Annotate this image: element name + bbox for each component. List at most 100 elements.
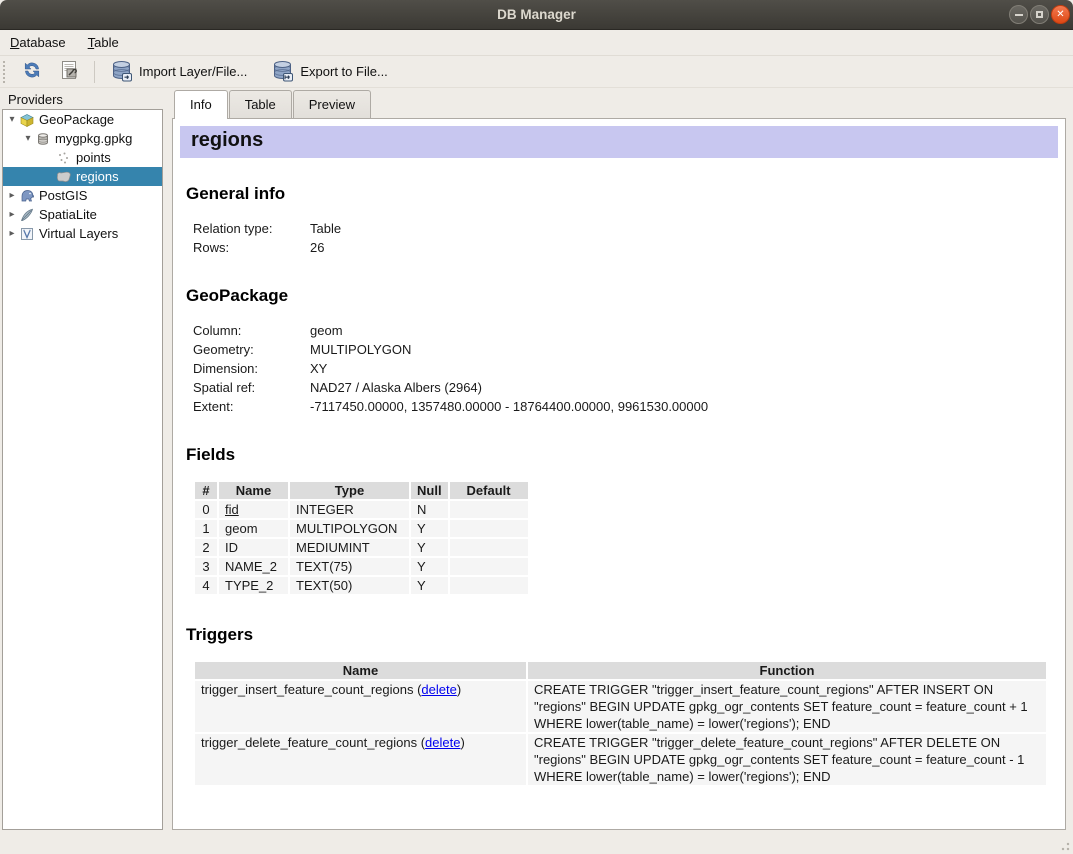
window-controls: ✕ <box>1009 5 1070 24</box>
table-row: 0 fid INTEGER N <box>195 501 528 518</box>
tree-item-postgis[interactable]: ▸ PostGIS <box>3 186 162 205</box>
tree-item-geopackage[interactable]: ▾ GeoPackage <box>3 110 162 129</box>
delete-trigger-link[interactable]: delete <box>421 682 456 697</box>
tree-item-mygpkg[interactable]: ▾ mygpkg.gpkg <box>3 129 162 148</box>
trigger-function-cell: CREATE TRIGGER "trigger_delete_feature_c… <box>528 734 1046 785</box>
cell-name: ID <box>219 539 288 556</box>
providers-tree: ▾ GeoPackage ▾ mygpkg.gpkg <box>2 109 163 830</box>
cell-null: N <box>411 501 448 518</box>
tab-bar: Info Table Preview <box>174 90 372 119</box>
tab-preview[interactable]: Preview <box>293 90 371 118</box>
info-label: Spatial ref: <box>193 378 310 397</box>
column-header: Type <box>290 482 409 499</box>
maximize-button[interactable] <box>1030 5 1049 24</box>
tab-info[interactable]: Info <box>174 90 228 119</box>
resize-grip[interactable] <box>1060 841 1070 851</box>
info-pane: regions General info Relation type: Tabl… <box>172 118 1066 830</box>
table-row: 1 geom MULTIPOLYGON Y <box>195 520 528 537</box>
toolbar-grip[interactable] <box>2 61 7 83</box>
minimize-button[interactable] <box>1009 5 1028 24</box>
tab-table[interactable]: Table <box>229 90 292 118</box>
menu-table[interactable]: Table <box>88 35 119 50</box>
import-layer-button[interactable]: Import Layer/File... <box>104 56 253 88</box>
cell-type: MEDIUMINT <box>290 539 409 556</box>
triggers-heading: Triggers <box>186 625 1058 645</box>
expander-open-icon[interactable]: ▾ <box>22 133 34 144</box>
info-label: Dimension: <box>193 359 310 378</box>
postgis-elephant-icon <box>18 188 36 203</box>
main-area: Providers ▾ GeoPackage ▾ <box>0 88 1073 832</box>
cell-name: TYPE_2 <box>219 577 288 594</box>
fields-heading: Fields <box>186 445 1058 465</box>
minimize-icon <box>1015 14 1023 16</box>
cell-null: Y <box>411 539 448 556</box>
maximize-icon <box>1036 11 1043 18</box>
tree-item-spatialite[interactable]: ▸ SpatiaLite <box>3 205 162 224</box>
info-value: Table <box>310 219 341 238</box>
trigger-name-cell: trigger_delete_feature_count_regions (de… <box>195 734 526 785</box>
expander-closed-icon[interactable]: ▸ <box>6 209 18 220</box>
polygon-layer-icon <box>55 171 73 183</box>
tree-item-points[interactable]: points <box>3 148 162 167</box>
triggers-header-row: Name Function <box>195 662 1046 679</box>
export-file-button[interactable]: Export to File... <box>265 56 393 88</box>
column-header: Function <box>528 662 1046 679</box>
info-row: Column: geom <box>193 321 708 340</box>
table-row: 2 ID MEDIUMINT Y <box>195 539 528 556</box>
geopackage-heading: GeoPackage <box>186 286 1058 306</box>
column-header: Default <box>450 482 528 499</box>
sql-window-button[interactable] <box>53 57 85 86</box>
info-value: NAD27 / Alaska Albers (2964) <box>310 378 708 397</box>
delete-trigger-link[interactable]: delete <box>425 735 460 750</box>
column-header: # <box>195 482 217 499</box>
info-label: Relation type: <box>193 219 310 238</box>
tree-item-regions[interactable]: regions <box>3 167 162 186</box>
info-row: Relation type: Table <box>193 219 341 238</box>
tree-item-label: Virtual Layers <box>36 226 118 241</box>
table-row: trigger_insert_feature_count_regions (de… <box>195 681 1046 732</box>
expander-closed-icon[interactable]: ▸ <box>6 190 18 201</box>
column-header: Null <box>411 482 448 499</box>
close-button[interactable]: ✕ <box>1051 5 1070 24</box>
info-row: Extent: -7117450.00000, 1357480.00000 - … <box>193 397 708 416</box>
cell-null: Y <box>411 520 448 537</box>
triggers-table: Name Function trigger_insert_feature_cou… <box>193 660 1048 787</box>
providers-dock-title: Providers <box>8 92 63 107</box>
virtual-layers-icon <box>18 227 36 241</box>
info-label: Geometry: <box>193 340 310 359</box>
tree-item-label: PostGIS <box>36 188 87 203</box>
tree-item-virtual-layers[interactable]: ▸ Virtual Layers <box>3 224 162 243</box>
refresh-button[interactable] <box>15 57 49 86</box>
info-row: Spatial ref: NAD27 / Alaska Albers (2964… <box>193 378 708 397</box>
title-bar: DB Manager ✕ <box>0 0 1073 30</box>
database-file-icon <box>34 132 52 146</box>
general-info-table: Relation type: Table Rows: 26 <box>193 219 341 257</box>
refresh-icon <box>21 60 43 83</box>
cell-null: Y <box>411 577 448 594</box>
cell-index: 1 <box>195 520 217 537</box>
info-row: Dimension: XY <box>193 359 708 378</box>
cell-index: 4 <box>195 577 217 594</box>
column-header: Name <box>219 482 288 499</box>
tree-item-label: regions <box>73 169 119 184</box>
cell-index: 2 <box>195 539 217 556</box>
page-title: regions <box>180 126 1058 158</box>
import-database-icon <box>110 59 133 85</box>
cell-default <box>450 539 528 556</box>
fields-table: # Name Type Null Default 0 fid INTEGER N… <box>193 480 530 596</box>
info-value: -7117450.00000, 1357480.00000 - 18764400… <box>310 397 708 416</box>
expander-closed-icon[interactable]: ▸ <box>6 228 18 239</box>
info-label: Rows: <box>193 238 310 257</box>
table-row: 4 TYPE_2 TEXT(50) Y <box>195 577 528 594</box>
cell-name: NAME_2 <box>219 558 288 575</box>
trigger-function-cell: CREATE TRIGGER "trigger_insert_feature_c… <box>528 681 1046 732</box>
cell-default <box>450 577 528 594</box>
cell-default <box>450 501 528 518</box>
menu-database[interactable]: Database <box>10 35 66 50</box>
info-row: Rows: 26 <box>193 238 341 257</box>
status-bar <box>0 832 1073 854</box>
expander-open-icon[interactable]: ▾ <box>6 114 18 125</box>
trigger-name-cell: trigger_insert_feature_count_regions (de… <box>195 681 526 732</box>
close-icon: ✕ <box>1056 10 1064 20</box>
info-value: 26 <box>310 238 341 257</box>
